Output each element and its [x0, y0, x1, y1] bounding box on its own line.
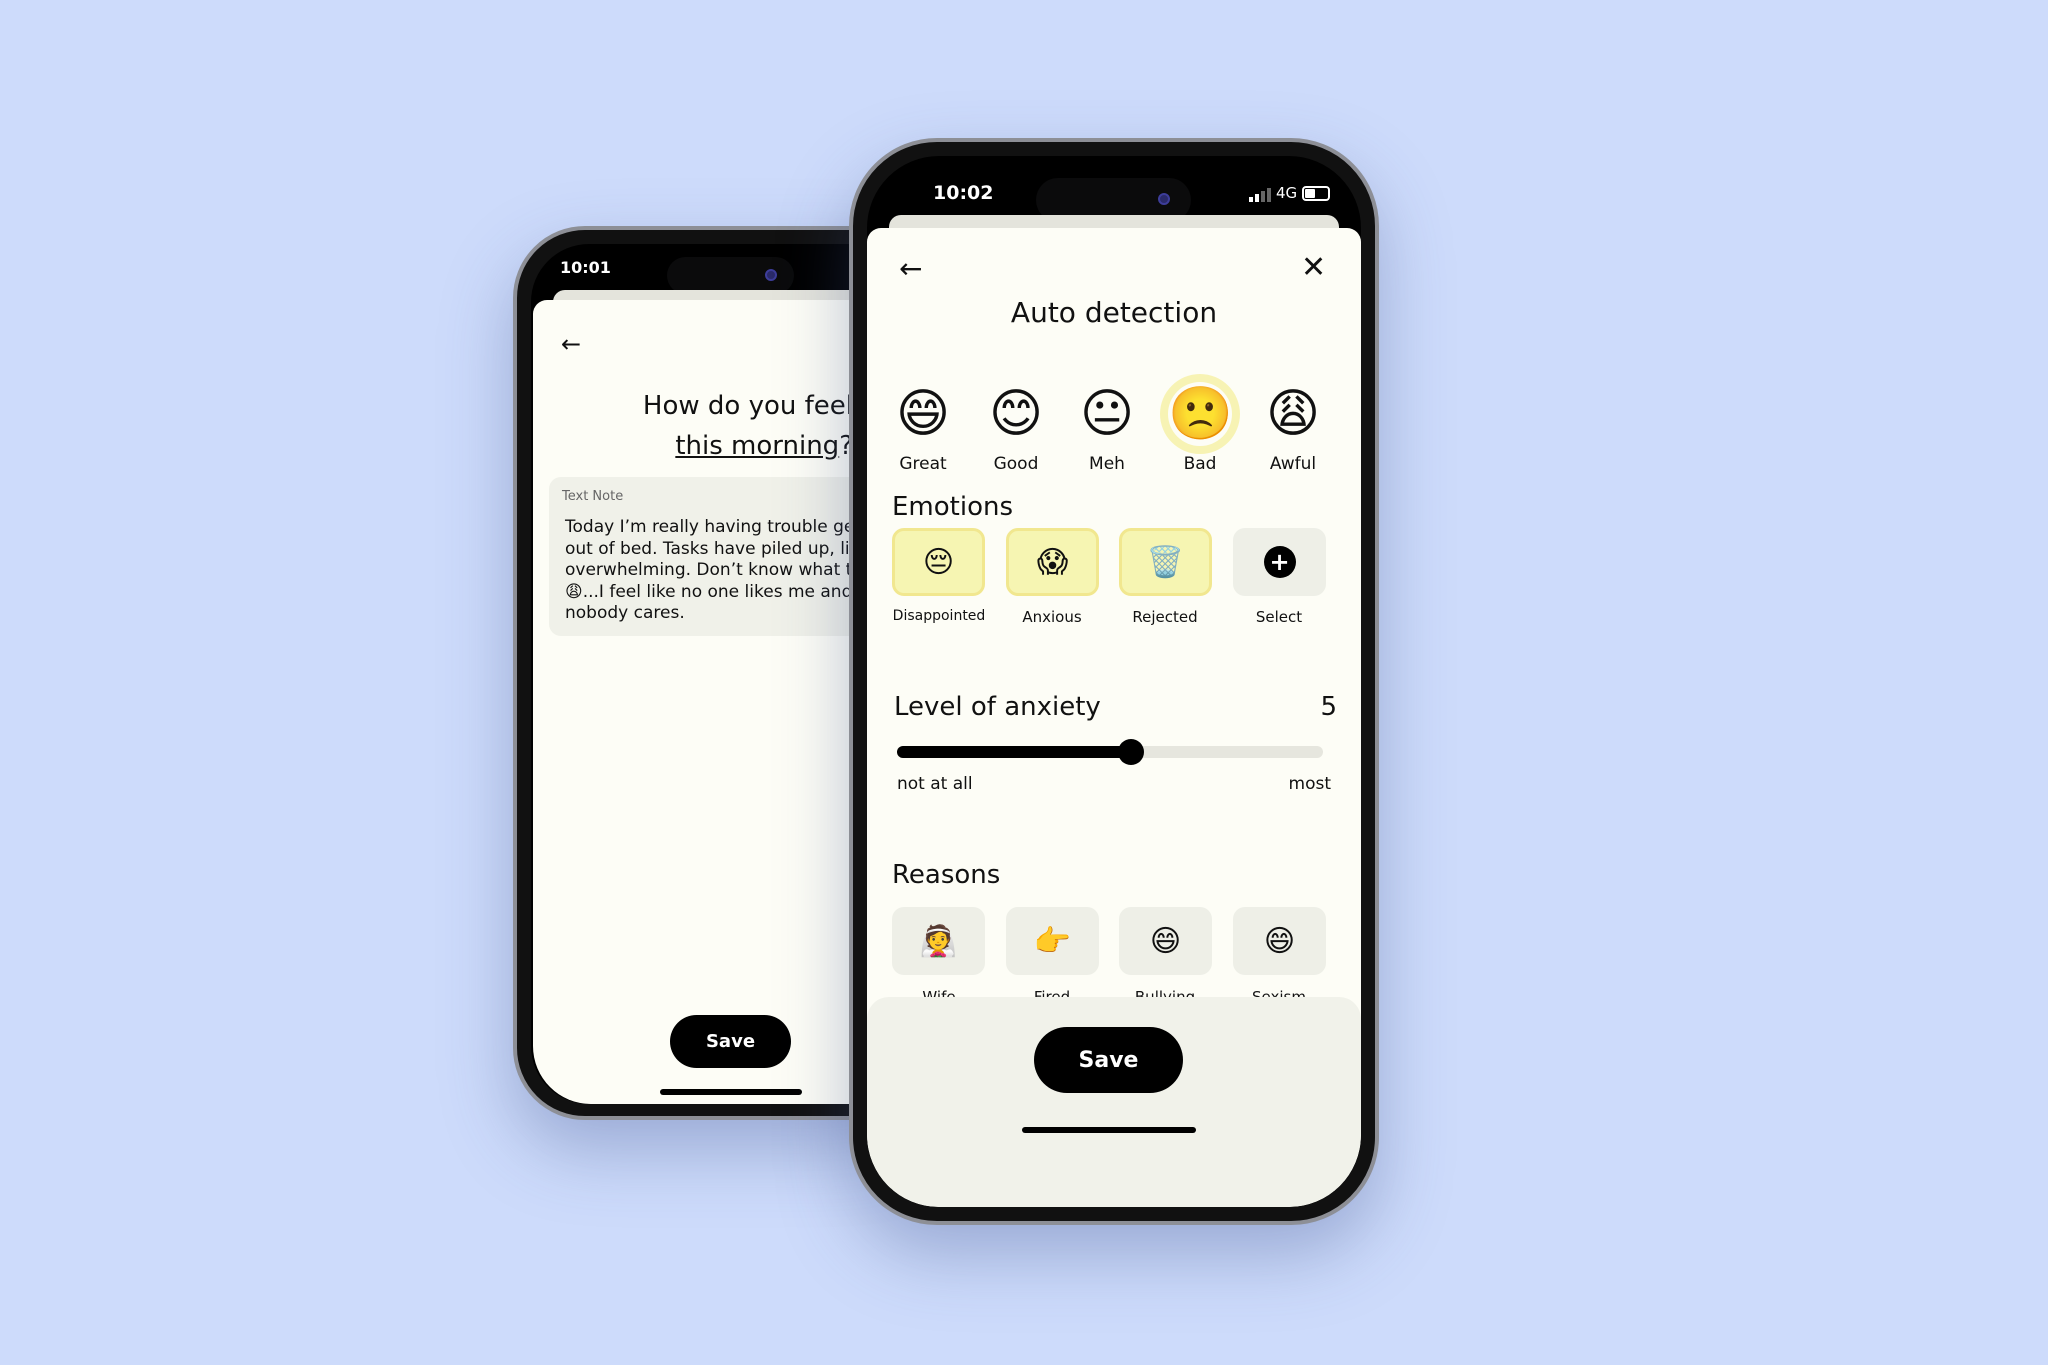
close-icon[interactable]: ✕	[1301, 250, 1326, 285]
anxiety-value: 5	[1320, 692, 1337, 722]
bottom-panel: Save	[867, 997, 1361, 1207]
mood-meh[interactable]: 😐 Meh	[1067, 382, 1147, 474]
text-note-label: Text Note	[562, 489, 624, 504]
slider-knob[interactable]	[1118, 739, 1145, 765]
battery-icon	[1302, 186, 1330, 201]
back-arrow-icon[interactable]: ←	[561, 330, 581, 358]
page-title: Auto detection	[1010, 296, 1218, 329]
mood-bad[interactable]: 🙁 Bad	[1160, 382, 1240, 474]
network-label: 4G	[1276, 184, 1298, 202]
text-note-body: Today I’m really having trouble gett out…	[565, 517, 868, 623]
dynamic-island	[667, 257, 794, 294]
page-title: How do you feel this morning?	[642, 391, 853, 461]
status-time: 10:02	[933, 182, 994, 204]
slider-fill	[897, 746, 1132, 758]
plus-icon: +	[1263, 546, 1296, 578]
mood-good[interactable]: 😊 Good	[976, 382, 1056, 474]
back-arrow-icon[interactable]: ←	[899, 252, 922, 285]
home-indicator	[660, 1089, 802, 1095]
front-phone: 10:02 4G ← ✕ Auto detection 😄 Great 😊 Good…	[849, 138, 1379, 1225]
reason-wife[interactable]: 👰	[892, 907, 985, 975]
save-button[interactable]: Save	[670, 1015, 791, 1068]
front-phone-screen: 10:02 4G ← ✕ Auto detection 😄 Great 😊 Good…	[867, 156, 1361, 1207]
reason-fired[interactable]: 👉	[1006, 907, 1099, 975]
mood-sheet: ← ✕ Auto detection 😄 Great 😊 Good 😐 Meh 🙁 Ba…	[867, 228, 1361, 1207]
save-button[interactable]: Save	[1034, 1027, 1183, 1093]
anxiety-slider[interactable]	[897, 739, 1323, 765]
reason-sexism[interactable]: 😄	[1233, 907, 1326, 975]
emotion-disappointed[interactable]: 😔	[892, 528, 985, 596]
reasons-heading: Reasons	[892, 860, 1001, 890]
mood-great[interactable]: 😄 Great	[883, 382, 963, 474]
select-emotion-button[interactable]: +	[1233, 528, 1326, 596]
signal-icon	[1249, 188, 1271, 202]
status-time: 10:01	[560, 258, 611, 277]
emotion-rejected[interactable]: 🗑️	[1119, 528, 1212, 596]
emotions-heading: Emotions	[892, 492, 1014, 522]
home-indicator	[1022, 1127, 1196, 1133]
emotion-anxious[interactable]: 😱	[1006, 528, 1099, 596]
anxiety-heading: Level of anxiety	[894, 692, 1101, 722]
mood-awful[interactable]: 😩 Awful	[1253, 382, 1333, 474]
reason-bullying[interactable]: 😄	[1119, 907, 1212, 975]
